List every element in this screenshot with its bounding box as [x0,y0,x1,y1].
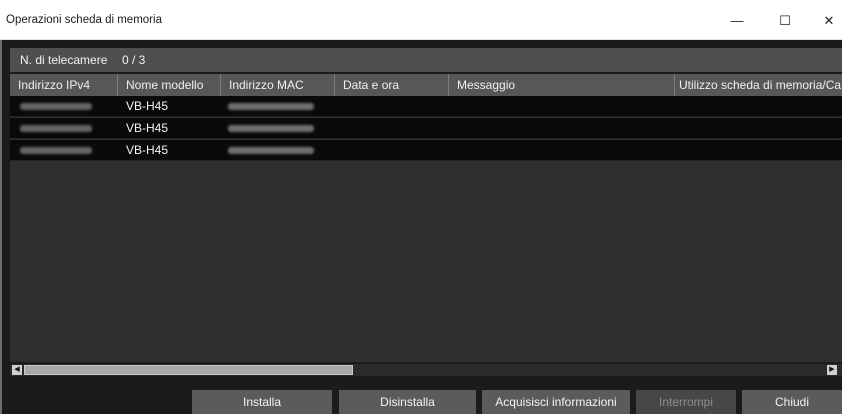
close-button[interactable]: Chiudi [742,390,842,414]
camera-count-bar: N. di telecamere 0 / 3 [10,48,842,72]
table-row[interactable]: VB-H45 [10,118,842,139]
ip-cell [20,118,100,139]
model-cell: VB-H45 [126,121,169,135]
redacted-mac [228,103,314,110]
datetime-cell [343,118,443,139]
stop-button[interactable]: Interrompi [636,390,736,414]
column-header-mac[interactable]: Indirizzo MAC [221,74,335,96]
column-header-datetime[interactable]: Data e ora [335,74,449,96]
message-cell [457,96,667,117]
camera-count-label: N. di telecamere [20,53,108,67]
card-usage-cell [679,118,839,139]
minimize-icon[interactable]: — [726,10,748,32]
acquire-info-button[interactable]: Acquisisci informazioni [482,390,630,414]
window-title: Operazioni scheda di memoria [6,14,162,26]
mac-cell [228,118,328,139]
column-header-ipv4[interactable]: Indirizzo IPv4 [10,74,118,96]
redacted-ip [20,125,92,132]
table-row[interactable]: VB-H45 [10,96,842,117]
table-row[interactable]: VB-H45 [10,140,842,161]
model-cell: VB-H45 [126,99,169,113]
datetime-cell [343,96,443,117]
scroll-right-icon[interactable]: ▶ [827,365,837,375]
redacted-ip [20,103,92,110]
redacted-ip [20,147,92,154]
message-cell [457,140,667,161]
ip-cell [20,96,100,117]
column-header-model[interactable]: Nome modello [118,74,221,96]
uninstall-button[interactable]: Disinstalla [339,390,476,414]
camera-count-value: 0 / 3 [122,53,146,67]
column-header-card-usage[interactable]: Utilizzo scheda di memoria/Ca [675,74,842,96]
scroll-left-icon[interactable]: ◀ [12,365,22,375]
maximize-icon[interactable]: ☐ [774,10,796,32]
mac-cell [228,140,328,161]
card-usage-cell [679,140,839,161]
card-usage-cell [679,96,839,117]
column-header-message[interactable]: Messaggio [449,74,675,96]
scrollbar-thumb[interactable] [24,365,353,375]
install-button[interactable]: Installa [192,390,332,414]
ip-cell [20,140,100,161]
model-cell: VB-H45 [126,143,169,157]
close-icon[interactable]: ✕ [818,10,840,32]
camera-table: Indirizzo IPv4 Nome modello Indirizzo MA… [10,74,842,362]
title-bar: Operazioni scheda di memoria — ☐ ✕ [0,0,842,40]
message-cell [457,118,667,139]
table-header: Indirizzo IPv4 Nome modello Indirizzo MA… [10,74,842,96]
datetime-cell [343,140,443,161]
mac-cell [228,96,328,117]
redacted-mac [228,125,314,132]
horizontal-scrollbar[interactable]: ◀ ▶ [10,364,842,376]
redacted-mac [228,147,314,154]
